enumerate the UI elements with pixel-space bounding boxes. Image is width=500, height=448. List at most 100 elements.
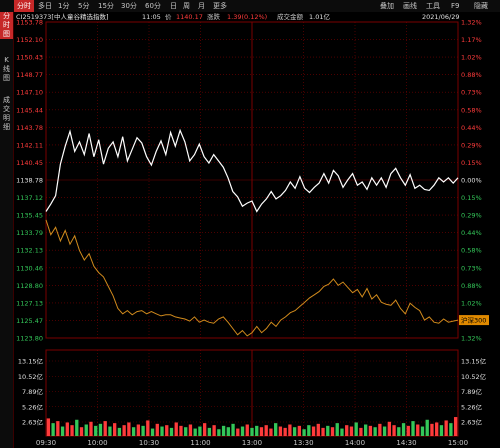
- volume-bar: [255, 425, 259, 436]
- volume-bar: [307, 425, 311, 436]
- volume-bar: [330, 427, 335, 436]
- volume-bar: [278, 426, 283, 436]
- volume-tick-left: 2.63亿: [22, 418, 43, 427]
- volume-bar: [359, 427, 363, 436]
- y-left-tick: 1125.47: [16, 317, 43, 325]
- volume-tick-right: 7.89亿: [461, 387, 482, 396]
- y-left-tick: 1142.11: [16, 141, 43, 149]
- volume-tick-right: 10.52亿: [461, 372, 487, 381]
- volume-bar: [179, 425, 183, 436]
- y-right-tick: 1.02%: [461, 54, 482, 62]
- volume-bar: [231, 423, 235, 436]
- y-right-tick: 0.73%: [461, 264, 482, 272]
- volume-bar: [406, 425, 410, 436]
- volume-bar: [368, 425, 373, 436]
- volume-bar: [160, 426, 164, 436]
- volume-bar: [264, 425, 268, 436]
- volume-bar: [425, 419, 429, 436]
- volume-bar: [51, 423, 55, 436]
- volume-bar: [340, 428, 344, 436]
- y-left-tick: 1137.12: [16, 194, 43, 202]
- benchmark-label: 沪深300: [461, 316, 486, 325]
- volume-bar: [65, 422, 69, 436]
- volume-bar: [240, 426, 245, 436]
- y-right-tick: 0.15%: [461, 194, 482, 202]
- volume-bar: [378, 423, 382, 436]
- y-left-tick: 1138.78: [16, 177, 43, 185]
- volume-bar: [430, 423, 434, 436]
- volume-bar: [155, 423, 159, 436]
- y-right-tick: 1.32%: [461, 335, 482, 343]
- y-left-tick: 1127.13: [16, 299, 43, 307]
- y-left-tick: 1143.78: [16, 124, 43, 132]
- y-right-tick: 0.00%: [461, 177, 482, 185]
- volume-bar: [453, 417, 458, 436]
- volume-tick-right: 13.15亿: [461, 357, 487, 366]
- y-left-tick: 1145.44: [16, 106, 43, 114]
- volume-bar: [363, 424, 368, 436]
- y-left-tick: 1130.46: [16, 264, 43, 272]
- volume-bar: [174, 422, 178, 436]
- volume-bar: [184, 427, 188, 436]
- y-right-tick: 1.32%: [461, 19, 482, 27]
- volume-bar: [122, 425, 126, 436]
- volume-bar: [250, 427, 254, 436]
- volume-bar: [283, 427, 287, 436]
- y-left-tick: 1153.78: [16, 19, 43, 27]
- y-right-tick: 0.29%: [461, 212, 482, 220]
- volume-tick-left: 5.26亿: [22, 402, 43, 411]
- volume-bar: [165, 425, 169, 436]
- volume-bar: [103, 421, 107, 436]
- y-right-tick: 0.44%: [461, 229, 482, 237]
- volume-tick-left: 10.52亿: [18, 372, 44, 381]
- volume-tick-right: 2.63亿: [461, 418, 482, 427]
- volume-bar: [117, 427, 122, 436]
- volume-bar: [259, 427, 264, 436]
- y-left-tick: 1135.45: [16, 212, 43, 220]
- volume-bar: [84, 424, 88, 436]
- y-left-tick: 1133.79: [16, 229, 43, 237]
- volume-bar: [335, 423, 339, 436]
- x-tick: 09:30: [36, 439, 56, 447]
- x-tick: 10:00: [87, 439, 107, 447]
- volume-bar: [226, 427, 230, 436]
- volume-bar: [302, 429, 306, 436]
- intraday-chart: 1153.78 1.32% 1152.10 1.17% 1150.43 1.02% 1148…: [16, 19, 489, 447]
- volume-bar: [345, 425, 349, 436]
- y-right-tick: 0.73%: [461, 89, 482, 97]
- volume-bar: [269, 428, 273, 436]
- y-left-tick: 1123.80: [16, 335, 43, 343]
- x-tick: 15:00: [448, 439, 468, 447]
- volume-bar: [245, 424, 249, 436]
- volume-bar: [292, 427, 297, 436]
- x-tick: 14:00: [345, 439, 365, 447]
- volume-bar: [397, 427, 401, 436]
- volume-bar: [354, 422, 358, 436]
- volume-bar: [236, 428, 240, 436]
- volume-bar: [169, 427, 174, 436]
- y-right-tick: 0.29%: [461, 141, 482, 149]
- y-right-tick: 1.17%: [461, 36, 482, 44]
- volume-bar: [188, 424, 193, 436]
- volume-bar: [212, 425, 216, 436]
- volume-bar: [146, 420, 150, 436]
- x-tick: 11:00: [190, 439, 210, 447]
- volume-bar: [46, 418, 51, 436]
- volume-bar: [89, 421, 93, 436]
- y-right-tick: 0.88%: [461, 71, 482, 79]
- volume-bar: [217, 429, 221, 436]
- volume-bar: [316, 423, 320, 436]
- volume-tick-right: 5.26亿: [461, 402, 482, 411]
- y-left-tick: 1148.77: [16, 71, 43, 79]
- y-right-tick: 0.58%: [461, 247, 482, 255]
- volume-bar: [321, 427, 325, 436]
- y-left-tick: 1147.10: [16, 89, 43, 97]
- y-right-tick: 0.88%: [461, 282, 482, 290]
- y-right-tick: 0.58%: [461, 106, 482, 114]
- volume-tick-left: 7.89亿: [22, 387, 43, 396]
- y-right-tick: 1.02%: [461, 299, 482, 307]
- x-tick: 14:30: [396, 439, 416, 447]
- volume-bar: [420, 426, 425, 436]
- volume-bar: [392, 425, 396, 436]
- volume-bar: [56, 421, 60, 436]
